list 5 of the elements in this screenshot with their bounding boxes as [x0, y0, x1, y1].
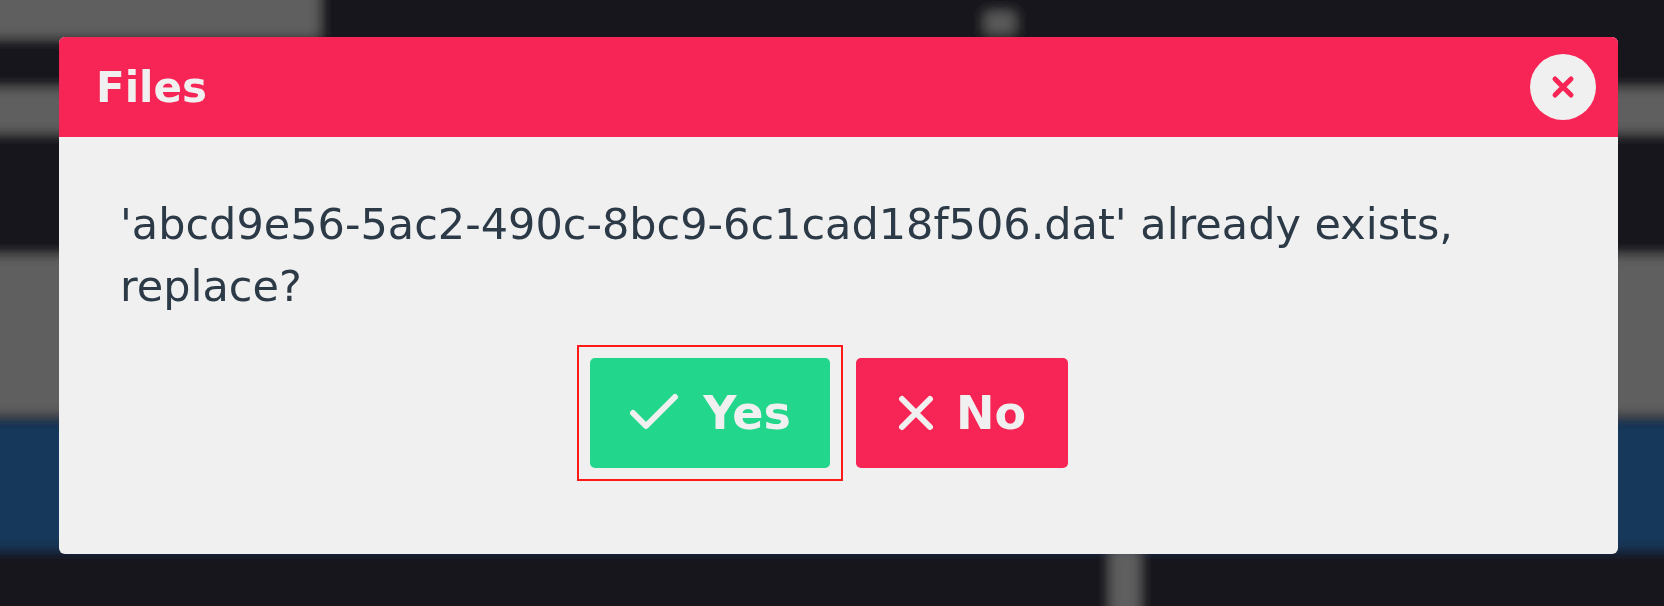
- close-icon: [897, 395, 934, 431]
- dialog-message: 'abcd9e56-5ac2-490c-8bc9-6c1cad18f506.dat' already exists, replace?: [120, 198, 1454, 313]
- dialog-title: Files: [96, 62, 207, 112]
- no-button[interactable]: No: [856, 358, 1068, 468]
- close-icon: [1551, 75, 1575, 99]
